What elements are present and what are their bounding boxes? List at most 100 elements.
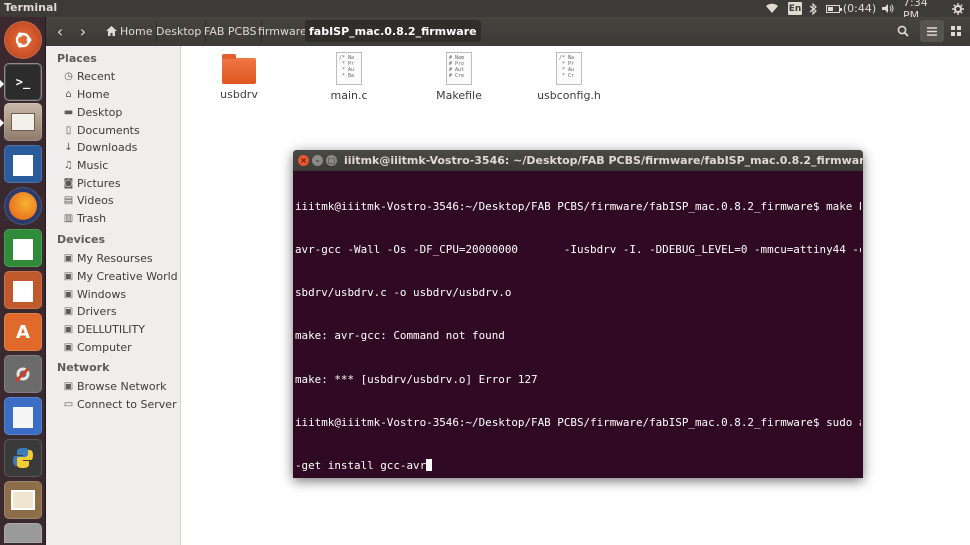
grid-icon	[951, 26, 961, 36]
chevron-right-icon: ›	[79, 21, 87, 41]
ubuntu-dash-icon[interactable]	[4, 21, 42, 59]
breadcrumb-desktop[interactable]: Desktop	[152, 20, 207, 42]
sidebar-item-pictures[interactable]: ◙ Pictures	[63, 177, 121, 190]
sidebar-item-label: Music	[77, 159, 109, 172]
drive-icon: ▣	[63, 306, 74, 317]
text-cursor	[426, 459, 433, 472]
sidebar-item-label: Windows	[77, 288, 127, 301]
sidebar-item-downloads[interactable]: ↓ Downloads	[63, 141, 137, 154]
file-item-usbconfig-h[interactable]: /* Na * Pr * Au * Cr usbconfig.h	[519, 52, 619, 102]
gear-icon[interactable]	[951, 0, 965, 17]
file-item-main-c[interactable]: /* Na * Pr * Au * Ba main.c	[299, 52, 399, 102]
document-icon: ▯	[65, 125, 72, 136]
terminal-input-line[interactable]: -get install gcc-avr	[295, 459, 861, 473]
sidebar-item-device[interactable]: ▣ Windows	[63, 288, 126, 301]
sidebar-item-music[interactable]: ♫ Music	[63, 159, 108, 172]
breadcrumb-fab-pcbs[interactable]: FAB PCBS	[200, 20, 262, 42]
sidebar-item-home[interactable]: ⌂ Home	[63, 88, 109, 101]
sidebar-item-device[interactable]: ▣ My Creative World	[63, 270, 178, 283]
breadcrumb-home[interactable]: Home	[102, 20, 158, 42]
sidebar-item-label: Connect to Server	[77, 398, 177, 411]
sidebar-item-recent[interactable]: ◷ Recent	[63, 70, 115, 83]
text-editor-icon[interactable]	[4, 397, 42, 435]
drive-icon: ▣	[63, 289, 74, 300]
launcher: >_ A	[0, 17, 46, 545]
sidebar-item-label: Documents	[77, 124, 140, 137]
system-settings-icon[interactable]	[4, 355, 42, 393]
minimize-button[interactable]: –	[312, 155, 323, 166]
drive-icon: ▣	[63, 253, 74, 264]
network-icon: ▣	[63, 381, 74, 392]
terminal-line: iiitmk@iiitmk-Vostro-3546:~/Desktop/FAB …	[295, 415, 861, 429]
sidebar-item-connect-to-server[interactable]: ▭ Connect to Server	[63, 398, 177, 411]
wifi-icon[interactable]	[764, 0, 780, 17]
clock[interactable]: 7:34 PM	[903, 0, 945, 22]
python-icon[interactable]	[4, 439, 42, 477]
drive-icon: ▣	[63, 342, 74, 353]
back-button[interactable]: ‹	[49, 20, 71, 42]
terminal-window: × – □ iiitmk@iiitmk-Vostro-3546: ~/Deskt…	[293, 150, 863, 478]
sidebar-item-label: DELLUTILITY	[77, 323, 145, 336]
breadcrumb-firmware[interactable]: firmware	[254, 20, 312, 42]
sidebar-item-computer[interactable]: ▣ Computer	[63, 341, 132, 354]
sidebar-item-desktop[interactable]: ▬ Desktop	[63, 106, 123, 119]
sidebar-item-label: My Creative World	[77, 270, 178, 283]
sidebar-item-device[interactable]: ▣ Drivers	[63, 305, 117, 318]
places-sidebar: Places ◷ Recent ⌂ Home ▬ Desktop ▯ Documents…	[46, 46, 181, 545]
sidebar-item-label: Recent	[77, 70, 116, 83]
files-icon[interactable]	[4, 103, 42, 141]
sidebar-item-label: My Resourses	[77, 252, 153, 265]
file-manager-toolbar: ‹ › Home Desktop FAB PCBS firmware fabIS…	[46, 17, 970, 46]
text-file-icon: # Nam # Pro # Aut # Cre	[446, 52, 472, 85]
sidebar-header-devices: Devices	[57, 233, 106, 246]
sidebar-item-device[interactable]: ▣ DELLUTILITY	[63, 323, 145, 336]
close-icon: ×	[300, 156, 307, 165]
top-panel: Terminal En (0:44) 7:34 PM	[0, 0, 970, 22]
film-icon: ▤	[63, 195, 74, 206]
terminal-title: iiitmk@iiitmk-Vostro-3546: ~/Desktop/FAB…	[344, 154, 863, 167]
terminal-icon[interactable]: >_	[4, 63, 42, 101]
impress-icon[interactable]	[4, 271, 42, 309]
drive-icon[interactable]	[4, 523, 42, 543]
text-file-icon: /* Na * Pr * Au * Cr	[556, 52, 582, 85]
sidebar-item-label: Pictures	[77, 177, 121, 190]
keyboard-layout-indicator[interactable]: En	[788, 2, 802, 15]
sidebar-item-trash[interactable]: ▥ Trash	[63, 212, 106, 225]
file-item-makefile[interactable]: # Nam # Pro # Aut # Cre Makefile	[409, 52, 509, 102]
battery-level-fill	[827, 6, 834, 11]
firefox-icon[interactable]	[4, 187, 42, 225]
breadcrumb-current-folder[interactable]: fabISP_mac.0.8.2_firmware	[305, 20, 481, 42]
sidebar-item-label: Home	[77, 88, 110, 101]
software-center-icon[interactable]: A	[4, 313, 42, 351]
volume-icon[interactable]	[880, 0, 894, 17]
file-name: main.c	[330, 89, 368, 102]
file-item-usbdrv[interactable]: usbdrv	[189, 52, 289, 101]
writer-icon[interactable]	[4, 145, 42, 183]
sidebar-item-browse-network[interactable]: ▣ Browse Network	[63, 380, 167, 393]
view-menu-button[interactable]	[920, 20, 944, 42]
battery-time: (0:44)	[842, 2, 877, 15]
terminal-output[interactable]: iiitmk@iiitmk-Vostro-3546:~/Desktop/FAB …	[295, 171, 861, 478]
download-icon: ↓	[64, 142, 73, 153]
maximize-icon: □	[327, 156, 336, 165]
breadcrumb-label: Home	[120, 24, 153, 38]
bluetooth-icon[interactable]	[808, 0, 818, 17]
sidebar-item-label: Videos	[77, 194, 114, 207]
sidebar-header-network: Network	[57, 361, 110, 374]
terminal-titlebar[interactable]: × – □ iiitmk@iiitmk-Vostro-3546: ~/Deskt…	[293, 150, 863, 171]
forward-button[interactable]: ›	[72, 20, 94, 42]
search-button[interactable]	[891, 20, 915, 42]
sidebar-item-device[interactable]: ▣ My Resourses	[63, 252, 153, 265]
chevron-left-icon: ‹	[56, 21, 64, 41]
camera-icon: ◙	[63, 178, 74, 189]
battery-indicator[interactable]: (0:44)	[825, 0, 877, 17]
sidebar-item-videos[interactable]: ▤ Videos	[63, 194, 114, 207]
image-viewer-icon[interactable]	[4, 481, 42, 519]
calc-icon[interactable]	[4, 229, 42, 267]
menu-icon	[927, 26, 937, 36]
close-button[interactable]: ×	[298, 155, 309, 166]
grid-view-button[interactable]	[944, 20, 968, 42]
home-icon: ⌂	[65, 89, 72, 100]
sidebar-item-documents[interactable]: ▯ Documents	[63, 124, 140, 137]
maximize-button[interactable]: □	[326, 155, 337, 166]
